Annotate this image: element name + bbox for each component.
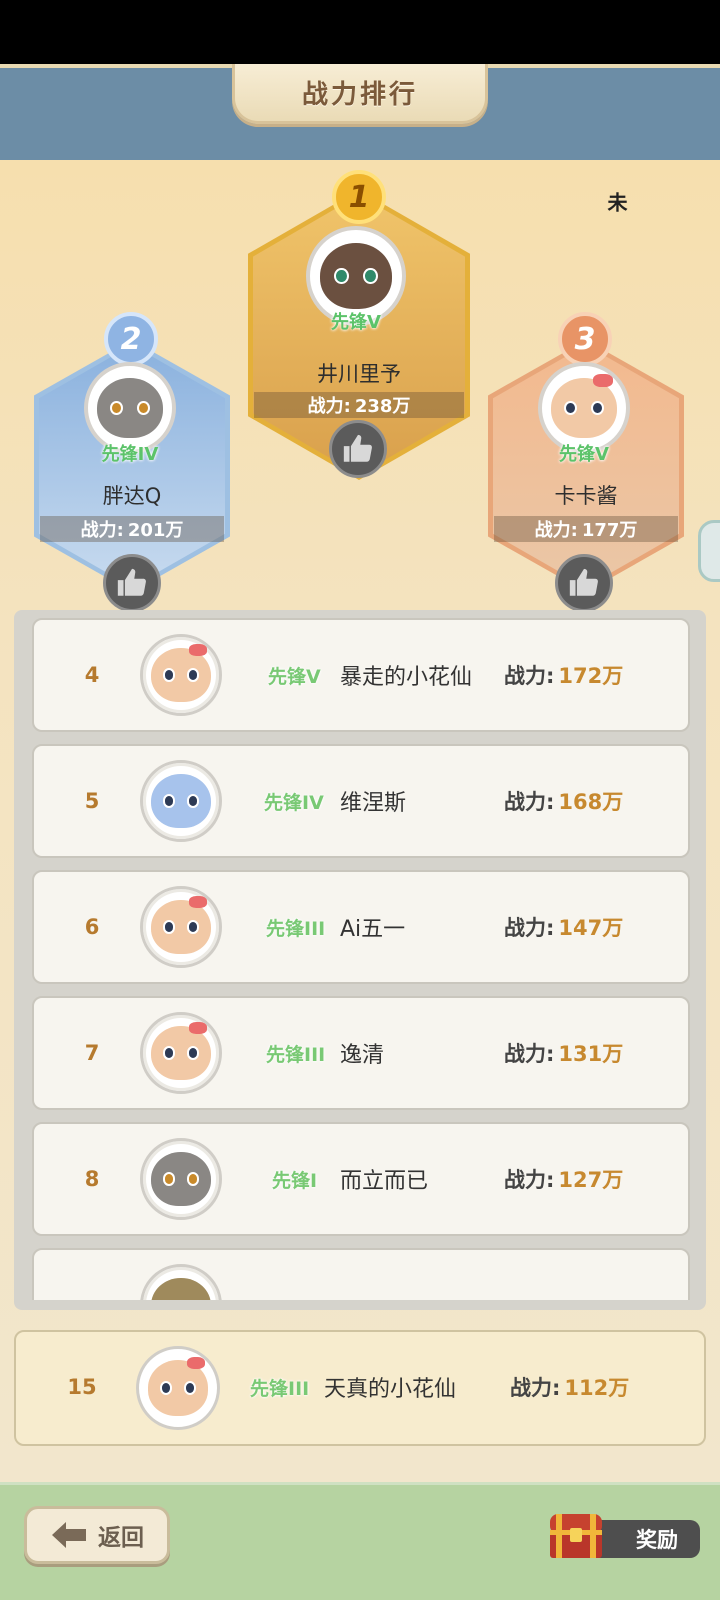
treasure-chest-icon (550, 1514, 602, 1558)
player-name: 逸清 (340, 1043, 385, 1068)
page-title: 战力排行 (301, 80, 418, 110)
rank-badge-third: 3 (558, 312, 612, 366)
rank-tag: 先锋III (266, 917, 326, 940)
power-label: 战力: (510, 1376, 561, 1400)
power-display: 战力: 131万 (504, 998, 623, 1108)
rank-badge-first: 1 (332, 170, 386, 224)
avatar-image (151, 1151, 211, 1207)
power-display: 战力: 177万 (494, 516, 678, 542)
back-arrow-icon (52, 1522, 86, 1548)
avatar-image (151, 644, 211, 703)
list-item[interactable]: 6 先锋III Ai五一 战力: 147万 (32, 870, 690, 984)
rank-tag: 先锋III (266, 1043, 326, 1066)
back-button[interactable]: 返回 (24, 1506, 170, 1564)
power-value: 172万 (558, 664, 624, 688)
list-item[interactable]: 5 先锋IV 维涅斯 战力: 168万 (32, 744, 690, 858)
power-label: 战力: (504, 1042, 555, 1066)
side-text: 未 (604, 192, 628, 212)
power-display: 战力: 168万 (504, 746, 623, 856)
player-name: 胖达Q (102, 484, 162, 508)
power-display: 战力: 201万 (40, 516, 224, 542)
avatar[interactable] (140, 886, 222, 968)
power-display: 战力: 112万 (510, 1332, 629, 1442)
avatar[interactable] (140, 1138, 222, 1220)
power-display: 战力: 147万 (504, 872, 623, 982)
ranking-list[interactable]: 4 先锋V 暴走的小花仙 战力: 172万 5 先锋IV 维涅斯 战力: 168万 … (14, 610, 706, 1310)
avatar[interactable] (136, 1346, 220, 1430)
my-rank-row[interactable]: 15 先锋III 天真的小花仙 战力: 112万 (14, 1330, 706, 1446)
rank-tag: 先锋I (272, 1169, 318, 1192)
player-name: 暴走的小花仙 (340, 665, 473, 690)
like-button[interactable] (555, 554, 613, 612)
power-value: 168万 (558, 790, 624, 814)
avatar-image (147, 1356, 209, 1417)
list-item[interactable]: 7 先锋III 逸清 战力: 131万 (32, 996, 690, 1110)
reward-label: 奖励 (636, 1528, 678, 1552)
rank-number: 8 (84, 1167, 100, 1191)
thumbs-up-icon (117, 568, 146, 596)
player-name: 而立而已 (340, 1169, 429, 1194)
back-label: 返回 (98, 1525, 144, 1551)
rank-tag: 先锋V (559, 444, 609, 465)
avatar[interactable] (140, 634, 222, 716)
power-label: 战力: (80, 520, 124, 541)
avatar-image (151, 1277, 211, 1300)
avatar[interactable] (140, 1264, 222, 1300)
rank-tag: 先锋III (250, 1377, 310, 1400)
reward-button[interactable]: 奖励 (540, 1514, 702, 1562)
rank-number: 5 (84, 789, 100, 813)
avatar-image (551, 374, 617, 439)
avatar-image (151, 1022, 211, 1081)
player-name: 天真的小花仙 (324, 1377, 457, 1402)
rank-tag: 先锋IV (101, 444, 159, 465)
list-item[interactable]: 8 先锋I 而立而已 战力: 127万 (32, 1122, 690, 1236)
player-name: 维涅斯 (340, 791, 407, 816)
avatar-image (97, 377, 163, 439)
rank-badge-second: 2 (104, 312, 158, 366)
side-tab[interactable] (698, 520, 720, 582)
power-display: 战力: 172万 (504, 620, 623, 730)
power-value: 127万 (558, 1168, 624, 1192)
power-value: 112万 (564, 1376, 630, 1400)
power-value: 201万 (127, 520, 184, 541)
thumbs-up-icon (569, 568, 598, 596)
player-name: Ai五一 (340, 917, 406, 942)
power-label: 战力: (504, 916, 555, 940)
list-item-partial[interactable] (32, 1248, 690, 1300)
rank-tag: 先锋V (331, 312, 381, 333)
avatar[interactable] (140, 760, 222, 842)
rank-number: 7 (84, 1041, 100, 1065)
rank-number: 15 (67, 1375, 97, 1399)
avatar-image (320, 242, 392, 310)
player-name: 井川里予 (317, 362, 401, 386)
power-label: 战力: (307, 396, 351, 417)
power-label: 战力: (534, 520, 578, 541)
power-display: 战力: 127万 (504, 1124, 623, 1234)
power-label: 战力: (504, 1168, 555, 1192)
power-value: 238万 (354, 396, 411, 417)
power-label: 战力: (504, 664, 555, 688)
status-bar (0, 0, 720, 64)
avatar-image (151, 773, 211, 829)
rank-tag: 先锋IV (264, 791, 324, 814)
power-value: 147万 (558, 916, 624, 940)
list-item[interactable]: 4 先锋V 暴走的小花仙 战力: 172万 (32, 618, 690, 732)
rank-number: 6 (84, 915, 100, 939)
rank-tag: 先锋V (268, 665, 321, 688)
power-label: 战力: (504, 790, 555, 814)
thumbs-up-icon (343, 434, 372, 462)
title-plaque: 战力排行 (232, 64, 488, 124)
like-button[interactable] (103, 554, 161, 612)
avatar[interactable] (140, 1012, 222, 1094)
rank-number: 4 (84, 663, 100, 687)
power-display: 战力: 238万 (254, 392, 464, 418)
power-value: 177万 (581, 520, 638, 541)
power-value: 131万 (558, 1042, 624, 1066)
like-button[interactable] (329, 420, 387, 478)
player-name: 卡卡酱 (554, 484, 618, 508)
avatar-image (151, 896, 211, 955)
